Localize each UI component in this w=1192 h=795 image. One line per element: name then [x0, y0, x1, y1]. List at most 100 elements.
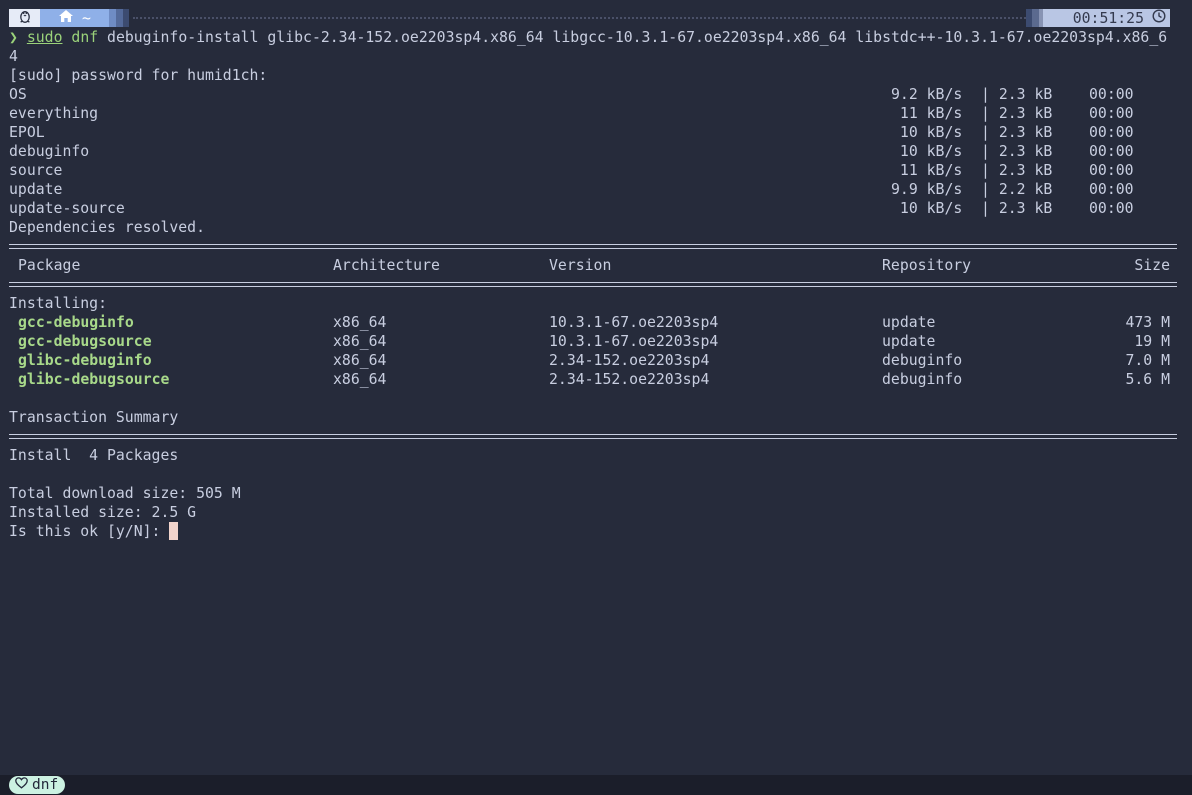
powerline-fade — [116, 9, 123, 27]
package-version: 10.3.1-67.oe2203sp4 — [549, 333, 719, 350]
repo-size: 2.2 kB — [998, 181, 1053, 198]
package-version: 10.3.1-67.oe2203sp4 — [549, 314, 719, 331]
repo-name: OS — [9, 86, 27, 103]
prompt-time: 00:51:25 — [1072, 9, 1144, 27]
repo-line: update 9.9 kB/s | 2.2 kB 00:00 — [9, 180, 1170, 199]
window-tab-dnf[interactable]: dnf — [9, 776, 66, 794]
installing-label: Installing: — [9, 295, 107, 312]
repo-name: update — [9, 181, 63, 198]
repo-name: EPOL — [9, 124, 45, 141]
repo-size-cell: | 2.2 kB — [981, 180, 1052, 199]
repo-size: 2.3 kB — [998, 143, 1053, 160]
download-size: Total download size: 505 M — [9, 485, 241, 502]
table-rule — [9, 244, 1177, 249]
repo-size: 2.3 kB — [998, 124, 1053, 141]
confirm-text: Is this ok [y/N]: — [9, 523, 170, 540]
package-arch: x86_64 — [333, 333, 387, 350]
table-row: gcc-debugsource x86_64 10.3.1-67.oe2203sp4… — [9, 332, 1170, 351]
repo-line: everything 11 kB/s | 2.3 kB 00:00 — [9, 104, 1170, 123]
table-rule — [9, 282, 1177, 287]
repo-time: 00:00 — [1089, 124, 1134, 141]
column-separator: | — [981, 181, 999, 198]
package-size: 19 M — [1134, 333, 1170, 350]
table-row: gcc-debuginfo x86_64 10.3.1-67.oe2203sp4 up… — [9, 313, 1170, 332]
repo-name: debuginfo — [9, 143, 90, 160]
repo-line: EPOL 10 kB/s | 2.3 kB 00:00 — [9, 123, 1170, 142]
repo-line: debuginfo 10 kB/s | 2.3 kB 00:00 — [9, 142, 1170, 161]
transaction-summary-title: Transaction Summary — [9, 409, 179, 426]
os-segment — [9, 9, 40, 27]
header-package: Package — [18, 257, 81, 274]
package-name: gcc-debugsource — [18, 333, 152, 350]
repo-speed: 10 kB/s — [891, 124, 963, 141]
confirm-prompt[interactable]: Is this ok [y/N]: — [9, 522, 179, 541]
repo-time: 00:00 — [1089, 143, 1134, 160]
repo-size-cell: | 2.3 kB — [981, 123, 1052, 142]
repo-size: 2.3 kB — [998, 86, 1053, 103]
package-arch: x86_64 — [333, 314, 387, 331]
package-repo: debuginfo — [882, 371, 963, 388]
column-separator: | — [981, 143, 999, 160]
home-icon — [58, 9, 74, 27]
powerline-fade — [1032, 9, 1039, 27]
installed-size: Installed size: 2.5 G — [9, 504, 197, 521]
command-sudo: sudo — [26, 29, 63, 46]
repo-size: 2.3 kB — [998, 105, 1053, 122]
terminal-cursor[interactable] — [169, 522, 179, 540]
repo-speed: 10 kB/s — [891, 200, 963, 217]
directory-segment: ~ — [40, 9, 109, 27]
package-arch: x86_64 — [333, 352, 387, 369]
command-dnf: dnf — [71, 29, 99, 46]
repo-size: 2.3 kB — [998, 200, 1053, 217]
repo-size-cell: | 2.3 kB — [981, 142, 1052, 161]
repo-size-cell: | 2.3 kB — [981, 104, 1052, 123]
column-separator: | — [981, 124, 999, 141]
package-name: glibc-debugsource — [18, 371, 170, 388]
repo-speed: 9.9 kB/s — [891, 181, 963, 198]
repo-speed: 10 kB/s — [891, 143, 963, 160]
package-repo: update — [882, 333, 936, 350]
package-repo: update — [882, 314, 936, 331]
column-separator: | — [981, 86, 999, 103]
package-version: 2.34-152.oe2203sp4 — [549, 371, 710, 388]
clock-icon — [1152, 9, 1166, 27]
deps-resolved: Dependencies resolved. — [9, 219, 205, 236]
heart-icon — [15, 777, 28, 793]
header-repository: Repository — [882, 257, 972, 274]
prompt-filler-dots — [133, 17, 1029, 21]
linux-penguin-icon — [19, 9, 31, 27]
package-size: 5.6 M — [1125, 371, 1170, 388]
repo-time: 00:00 — [1089, 200, 1134, 217]
column-separator: | — [981, 105, 999, 122]
header-size: Size — [1134, 257, 1170, 274]
repo-time: 00:00 — [1089, 86, 1134, 103]
summary-rule — [9, 434, 1177, 439]
package-arch: x86_64 — [333, 371, 387, 388]
prompt-bar: ~ 00:51:25 — [9, 9, 1170, 27]
repo-size-cell: | 2.3 kB — [981, 161, 1052, 180]
repo-speed: 11 kB/s — [891, 105, 963, 122]
header-architecture: Architecture — [333, 257, 440, 274]
repo-speed: 11 kB/s — [891, 162, 963, 179]
repo-time: 00:00 — [1089, 181, 1134, 198]
repo-name: everything — [9, 105, 99, 122]
package-version: 2.34-152.oe2203sp4 — [549, 352, 710, 369]
repo-time: 00:00 — [1089, 105, 1134, 122]
powerline-fade — [109, 9, 116, 27]
prompt-chevron: ❯ — [9, 29, 18, 46]
status-label: dnf — [32, 777, 59, 793]
repo-name: source — [9, 162, 63, 179]
powerline-fade — [123, 9, 129, 27]
password-prompt: [sudo] password for humid1ch: — [9, 67, 268, 84]
terminal-window[interactable]: ~ 00:51:25 ❯ sudo dnf debuginfo-install … — [0, 0, 1192, 775]
install-count: Install 4 Packages — [9, 447, 179, 464]
command-wrap: 4 — [9, 48, 18, 65]
tmux-status-bar: dnf — [0, 775, 1192, 795]
repo-size-cell: | 2.3 kB — [981, 199, 1052, 218]
package-name: glibc-debuginfo — [18, 352, 152, 369]
table-row: glibc-debugsource x86_64 2.34-152.oe2203sp… — [9, 370, 1170, 389]
repo-name: update-source — [9, 200, 125, 217]
command-line: ❯ sudo dnf debuginfo-install glibc-2.34-… — [9, 28, 1167, 47]
package-size: 473 M — [1125, 314, 1170, 331]
table-row: glibc-debuginfo x86_64 2.34-152.oe2203sp4 d… — [9, 351, 1170, 370]
